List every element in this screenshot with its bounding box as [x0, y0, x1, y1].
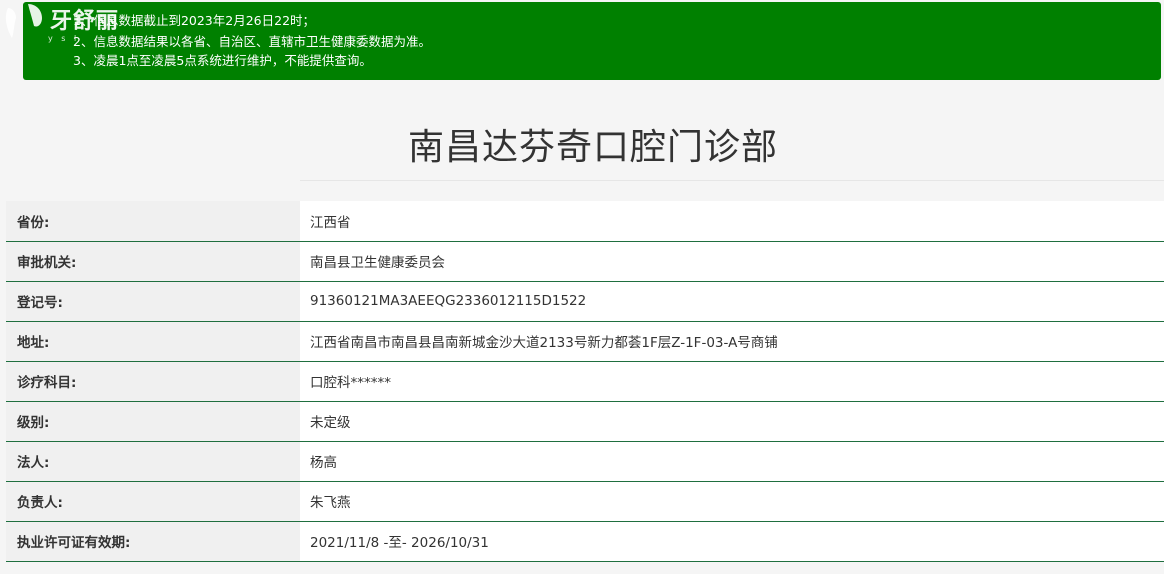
table-row: 省份: 江西省: [6, 201, 1164, 242]
page-title: 南昌达芬奇口腔门诊部: [407, 127, 778, 168]
row-value: 未定级: [300, 401, 1164, 442]
row-value: 南昌县卫生健康委员会: [300, 241, 1164, 282]
row-label: 执业许可证有效期:: [6, 521, 300, 562]
details-table: 省份: 江西省 审批机关: 南昌县卫生健康委员会 登记号: 91360121MA…: [6, 201, 1164, 562]
table-row: 级别: 未定级: [6, 401, 1164, 442]
row-value: 朱飞燕: [300, 481, 1164, 522]
row-label: 审批机关:: [6, 241, 300, 282]
page: 1、信息数据截止到2023年2月26日22时； 2、信息数据结果以各省、自治区、…: [0, 0, 1164, 574]
table-row: 地址: 江西省南昌市南昌县昌南新城金沙大道2133号新力都荟1F层Z-1F-03…: [6, 321, 1164, 362]
table-row: 审批机关: 南昌县卫生健康委员会: [6, 241, 1164, 282]
row-label: 省份:: [6, 201, 300, 242]
notice-line-3: 3、凌晨1点至凌晨5点系统进行维护，不能提供查询。: [73, 53, 372, 68]
table-row: 执业许可证有效期: 2021/11/8 -至- 2026/10/31: [6, 521, 1164, 562]
table-row: 负责人: 朱飞燕: [6, 481, 1164, 522]
row-value: 江西省: [300, 201, 1164, 242]
row-value: 江西省南昌市南昌县昌南新城金沙大道2133号新力都荟1F层Z-1F-03-A号商…: [300, 321, 1164, 362]
notice-line-1: 1、信息数据截止到2023年2月26日22时；: [73, 13, 316, 28]
row-value: 杨高: [300, 441, 1164, 482]
table-row: 法人: 杨高: [6, 441, 1164, 482]
row-value: 2021/11/8 -至- 2026/10/31: [300, 521, 1164, 562]
row-value: 91360121MA3AEEQG2336012115D1522: [300, 281, 1164, 322]
notice-line-2: 2、信息数据结果以各省、自治区、直辖市卫生健康委数据为准。: [73, 34, 431, 49]
table-row: 登记号: 91360121MA3AEEQG2336012115D1522: [6, 281, 1164, 322]
title-divider: [300, 180, 1164, 181]
row-label: 登记号:: [6, 281, 300, 322]
row-label: 负责人:: [6, 481, 300, 522]
row-label: 法人:: [6, 441, 300, 482]
notice-banner: 1、信息数据截止到2023年2月26日22时； 2、信息数据结果以各省、自治区、…: [23, 2, 1161, 80]
row-value: 口腔科******: [300, 361, 1164, 402]
row-label: 级别:: [6, 401, 300, 442]
row-label: 地址:: [6, 321, 300, 362]
table-row: 诊疗科目: 口腔科******: [6, 361, 1164, 402]
row-label: 诊疗科目:: [6, 361, 300, 402]
